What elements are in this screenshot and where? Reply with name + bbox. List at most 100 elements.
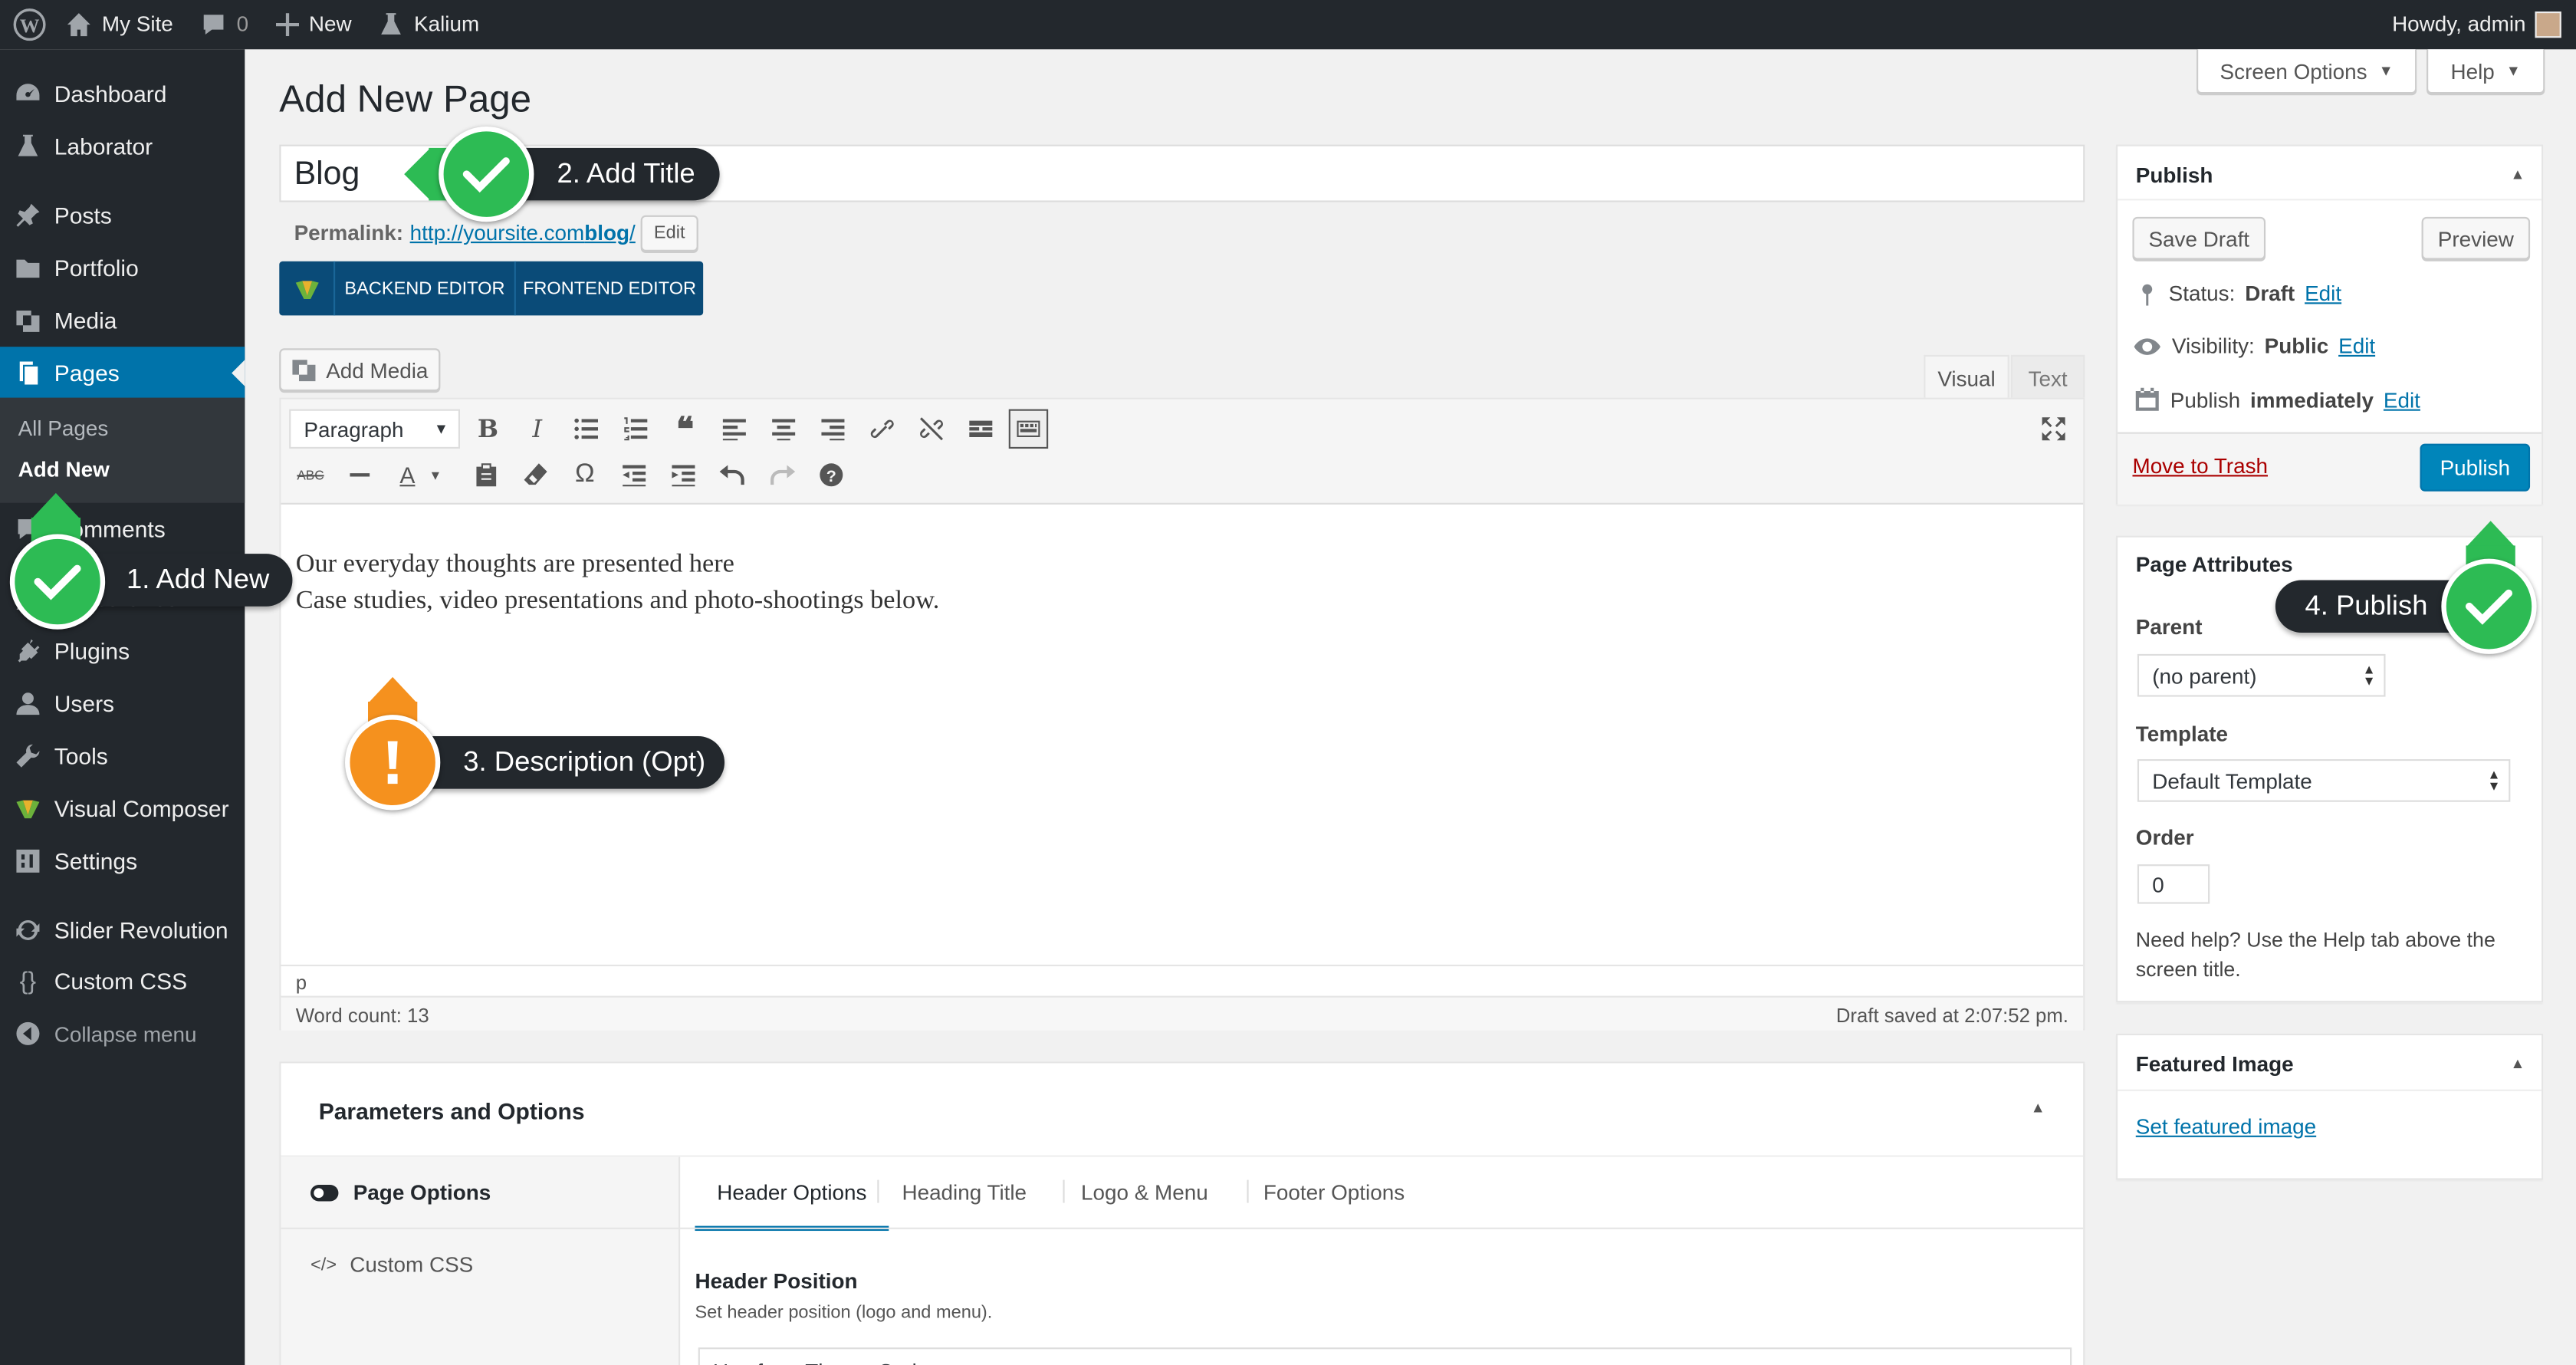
frontend-editor-button[interactable]: FRONTEND EDITOR bbox=[514, 261, 703, 316]
collapse-icon bbox=[16, 1021, 40, 1045]
help-icon[interactable]: ? bbox=[813, 457, 849, 493]
user-icon bbox=[16, 692, 40, 715]
sidebar-item-portfolio[interactable]: Portfolio bbox=[0, 242, 245, 294]
pin-icon bbox=[2142, 283, 2153, 305]
status-edit-link[interactable]: Edit bbox=[2305, 281, 2341, 305]
caret-down-icon: ▼ bbox=[2378, 62, 2394, 79]
flask-icon bbox=[381, 13, 401, 35]
italic-icon[interactable]: I bbox=[519, 411, 555, 447]
sidebar-item-visual-composer[interactable]: Visual Composer bbox=[0, 782, 245, 835]
tab-heading-title[interactable]: Heading Title bbox=[902, 1180, 1027, 1205]
bold-icon[interactable]: B bbox=[470, 411, 506, 447]
permalink-edit-button[interactable]: Edit bbox=[640, 215, 698, 252]
custom-css-item[interactable]: </> Custom CSS bbox=[310, 1252, 473, 1277]
sidebar-item-tools[interactable]: Tools bbox=[0, 729, 245, 782]
caret-down-icon[interactable]: ▼ bbox=[426, 457, 445, 493]
tab-visual[interactable]: Visual bbox=[1924, 354, 2009, 400]
parent-select[interactable]: (no parent) ▲ ▼ bbox=[2137, 653, 2386, 697]
callout-description: 3. Description (Opt) bbox=[393, 736, 725, 789]
eye-icon bbox=[2134, 337, 2160, 354]
indent-icon[interactable] bbox=[665, 457, 702, 493]
callout-pointer bbox=[2466, 521, 2515, 548]
blockquote-icon[interactable]: ❝ bbox=[667, 411, 703, 448]
tab-separator bbox=[1247, 1179, 1249, 1203]
submenu-all-pages[interactable]: All Pages bbox=[18, 416, 109, 440]
link-icon[interactable] bbox=[864, 411, 900, 447]
format-select[interactable]: Paragraph ▼ bbox=[289, 409, 461, 449]
strikethrough-icon[interactable]: ABC bbox=[292, 457, 328, 493]
page-options-item[interactable]: Page Options bbox=[310, 1180, 491, 1205]
visibility-edit-link[interactable]: Edit bbox=[2338, 334, 2375, 358]
fullscreen-icon[interactable] bbox=[2036, 411, 2072, 447]
clear-formatting-icon[interactable] bbox=[518, 457, 554, 493]
select-arrows-icon: ▲ ▼ bbox=[2487, 767, 2501, 794]
sidebar-item-laborator[interactable]: Laborator bbox=[0, 120, 245, 173]
redo-icon[interactable] bbox=[764, 457, 800, 493]
screen-options-button[interactable]: Screen Options ▼ bbox=[2196, 49, 2417, 94]
sidebar-item-settings[interactable]: Settings bbox=[0, 835, 245, 888]
admin-bar: W My Site 0 New Kalium Howdy, admin bbox=[0, 0, 2576, 50]
read-more-icon[interactable] bbox=[963, 411, 999, 447]
align-left-icon[interactable] bbox=[716, 411, 752, 447]
submenu-add-new[interactable]: Add New bbox=[18, 457, 110, 482]
undo-icon[interactable] bbox=[715, 457, 751, 493]
divider bbox=[2118, 199, 2542, 201]
text-color-icon[interactable]: A bbox=[389, 457, 426, 493]
outdent-icon[interactable] bbox=[616, 457, 652, 493]
page-attributes-title: Page Attributes bbox=[2135, 552, 2293, 577]
move-to-trash-link[interactable]: Move to Trash bbox=[2132, 453, 2268, 478]
template-label: Template bbox=[2135, 721, 2229, 746]
bullet-list-icon[interactable] bbox=[568, 411, 604, 447]
collapse-arrow-icon[interactable]: ▲ bbox=[2510, 166, 2525, 182]
admin-bar-theme[interactable]: Kalium bbox=[378, 0, 479, 49]
header-position-select[interactable]: Use from Theme Options bbox=[698, 1347, 2072, 1365]
numbered-list-icon[interactable] bbox=[618, 411, 654, 447]
admin-bar-comments[interactable]: 0 bbox=[200, 0, 248, 49]
sidebar-item-dashboard[interactable]: Dashboard bbox=[0, 67, 245, 120]
collapse-menu[interactable]: Collapse menu bbox=[0, 1008, 245, 1061]
help-button[interactable]: Help ▼ bbox=[2426, 49, 2545, 94]
tab-footer-options[interactable]: Footer Options bbox=[1263, 1180, 1405, 1205]
editor-content[interactable]: Our everyday thoughts are presented here… bbox=[296, 548, 940, 620]
parameters-title: Parameters and Options bbox=[318, 1097, 585, 1124]
plus-icon bbox=[276, 13, 300, 37]
order-input[interactable]: 0 bbox=[2137, 864, 2210, 904]
schedule-edit-link[interactable]: Edit bbox=[2384, 387, 2420, 412]
svg-text:W: W bbox=[20, 15, 40, 37]
backend-editor-button[interactable]: BACKEND EDITOR bbox=[334, 261, 514, 316]
permalink-url[interactable]: http://yoursite.comblog/ bbox=[410, 220, 636, 245]
home-icon bbox=[67, 13, 90, 37]
collapse-arrow-icon[interactable]: ▲ bbox=[2510, 1055, 2525, 1071]
sidebar-item-plugins[interactable]: Plugins bbox=[0, 624, 245, 677]
preview-button[interactable]: Preview bbox=[2421, 216, 2531, 260]
sidebar-item-media[interactable]: Media bbox=[0, 294, 245, 347]
template-select[interactable]: Default Template ▲ ▼ bbox=[2137, 759, 2511, 802]
sidebar-item-pages[interactable]: Pages bbox=[0, 347, 245, 400]
collapse-arrow-icon[interactable]: ▲ bbox=[2031, 1100, 2045, 1116]
save-draft-button[interactable]: Save Draft bbox=[2132, 216, 2266, 260]
add-media-button[interactable]: Add Media bbox=[279, 348, 441, 392]
sidebar-item-custom-css[interactable]: {} Custom CSS bbox=[0, 955, 245, 1008]
admin-bar-site[interactable]: My Site bbox=[66, 0, 173, 49]
align-center-icon[interactable] bbox=[766, 411, 802, 447]
tab-header-options[interactable]: Header Options bbox=[695, 1157, 889, 1232]
sidebar-item-posts[interactable]: Posts bbox=[0, 189, 245, 242]
align-right-icon[interactable] bbox=[815, 411, 851, 447]
status-row: Status: Draft Edit bbox=[2136, 281, 2341, 306]
sidebar-item-slider-revolution[interactable]: Slider Revolution bbox=[0, 904, 245, 957]
sidebar-item-users[interactable]: Users bbox=[0, 677, 245, 730]
tab-text[interactable]: Text bbox=[2010, 354, 2085, 400]
set-featured-image-link[interactable]: Set featured image bbox=[2136, 1114, 2316, 1139]
unlink-icon[interactable] bbox=[913, 411, 949, 447]
wordpress-logo-icon[interactable]: W bbox=[13, 0, 46, 49]
admin-bar-new[interactable]: New bbox=[276, 0, 352, 49]
publish-button[interactable]: Publish bbox=[2420, 443, 2531, 492]
publish-title: Publish bbox=[2135, 163, 2213, 188]
check-circle-icon bbox=[439, 127, 534, 222]
toolbar-toggle-icon[interactable] bbox=[1008, 409, 1049, 449]
paste-text-icon[interactable] bbox=[468, 457, 504, 493]
tab-logo-menu[interactable]: Logo & Menu bbox=[1081, 1180, 1208, 1205]
admin-bar-account[interactable]: Howdy, admin bbox=[2392, 0, 2562, 49]
horizontal-line-icon[interactable] bbox=[342, 457, 378, 493]
special-character-icon[interactable]: Ω bbox=[567, 457, 603, 493]
